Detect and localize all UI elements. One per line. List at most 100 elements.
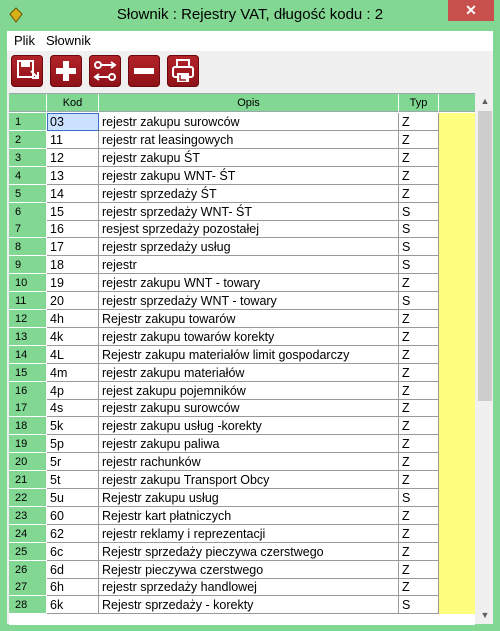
cell-opis[interactable]: resjest sprzedaży pozostałej — [99, 220, 399, 239]
cell-kod[interactable]: 6c — [47, 542, 99, 561]
cell-opis[interactable]: Rejestr zakupu usług — [99, 488, 399, 507]
cell-kod[interactable]: 4L — [47, 345, 99, 364]
row-number[interactable]: 14 — [9, 345, 47, 364]
row-number[interactable]: 6 — [9, 202, 47, 221]
cell-typ[interactable]: Z — [399, 578, 439, 597]
cell-opis[interactable]: rejestr sprzedaży WNT- ŚT — [99, 202, 399, 221]
cell-opis[interactable]: rejestr — [99, 256, 399, 275]
row-number[interactable]: 17 — [9, 399, 47, 418]
row-number[interactable]: 28 — [9, 596, 47, 615]
cell-opis[interactable]: Rejestr zakupu materiałów limit gospodar… — [99, 345, 399, 364]
cell-typ[interactable]: S — [399, 256, 439, 275]
table-row[interactable]: 24 62 rejestr reklamy i reprezentacji Z — [9, 524, 475, 543]
cell-opis[interactable]: rejestr zakupu paliwa — [99, 435, 399, 454]
cell-opis[interactable]: rejestr zakupu towarów korekty — [99, 327, 399, 346]
table-row[interactable]: 4 13 rejestr zakupu WNT- ŚT Z — [9, 166, 475, 185]
row-number[interactable]: 20 — [9, 453, 47, 472]
row-number[interactable]: 23 — [9, 506, 47, 525]
cell-kod[interactable]: 16 — [47, 220, 99, 239]
table-row[interactable]: 2 11 rejestr rat leasingowych Z — [9, 130, 475, 149]
cell-opis[interactable]: rejestr zakupu surowców — [99, 113, 399, 131]
cell-typ[interactable]: S — [399, 596, 439, 615]
cell-kod[interactable]: 15 — [47, 202, 99, 221]
cell-opis[interactable]: rejestr zakupu surowców — [99, 399, 399, 418]
row-number[interactable]: 24 — [9, 524, 47, 543]
row-number[interactable]: 21 — [9, 471, 47, 489]
cell-kod[interactable]: 18 — [47, 256, 99, 275]
column-header-opis[interactable]: Opis — [99, 94, 399, 112]
cell-opis[interactable]: rejestr zakupu ŚT — [99, 148, 399, 167]
cell-kod[interactable]: 4p — [47, 381, 99, 400]
row-number[interactable]: 5 — [9, 184, 47, 203]
cell-typ[interactable]: Z — [399, 542, 439, 561]
cell-typ[interactable]: Z — [399, 435, 439, 454]
cell-typ[interactable]: Z — [399, 274, 439, 293]
table-row[interactable]: 22 5u Rejestr zakupu usług S — [9, 488, 475, 507]
cell-kod[interactable]: 4k — [47, 327, 99, 346]
print-button[interactable] — [167, 55, 199, 87]
cell-typ[interactable]: Z — [399, 471, 439, 489]
cell-opis[interactable]: rejest zakupu pojemników — [99, 381, 399, 400]
cell-opis[interactable]: rejestr sprzedaży WNT - towary — [99, 292, 399, 310]
add-button[interactable] — [50, 55, 82, 87]
table-row[interactable]: 23 60 Rejestr kart płatniczych Z — [9, 506, 475, 525]
table-row[interactable]: 10 19 rejestr zakupu WNT - towary Z — [9, 274, 475, 293]
row-number[interactable]: 11 — [9, 292, 47, 310]
table-row[interactable]: 28 6k Rejestr sprzedaży - korekty S — [9, 596, 475, 615]
table-row[interactable]: 3 12 rejestr zakupu ŚT Z — [9, 148, 475, 167]
scroll-down-icon[interactable]: ▼ — [477, 607, 493, 624]
table-row[interactable]: 5 14 rejestr sprzedaży ŚT Z — [9, 184, 475, 203]
row-number[interactable]: 1 — [9, 113, 47, 131]
row-number[interactable]: 13 — [9, 327, 47, 346]
row-number[interactable]: 27 — [9, 578, 47, 597]
cell-opis[interactable]: Rejestr kart płatniczych — [99, 506, 399, 525]
cell-typ[interactable]: S — [399, 292, 439, 310]
row-number[interactable]: 3 — [9, 148, 47, 167]
row-number[interactable]: 16 — [9, 381, 47, 400]
cell-kod[interactable]: 5u — [47, 488, 99, 507]
cell-kod[interactable]: 5r — [47, 453, 99, 472]
cell-kod[interactable]: 60 — [47, 506, 99, 525]
table-row[interactable]: 19 5p rejestr zakupu paliwa Z — [9, 435, 475, 454]
cell-typ[interactable]: Z — [399, 560, 439, 579]
scroll-up-icon[interactable]: ▲ — [477, 93, 493, 110]
table-row[interactable]: 21 5t rejestr zakupu Transport Obcy Z — [9, 471, 475, 489]
table-row[interactable]: 13 4k rejestr zakupu towarów korekty Z — [9, 327, 475, 346]
table-row[interactable]: 16 4p rejest zakupu pojemników Z — [9, 381, 475, 400]
save-button[interactable] — [11, 55, 43, 87]
cell-typ[interactable]: Z — [399, 524, 439, 543]
row-number[interactable]: 22 — [9, 488, 47, 507]
table-row[interactable]: 11 20 rejestr sprzedaży WNT - towary S — [9, 292, 475, 310]
cell-opis[interactable]: rejestr zakupu Transport Obcy — [99, 471, 399, 489]
cell-kod[interactable]: 11 — [47, 130, 99, 149]
cell-kod[interactable]: 03 — [47, 113, 99, 131]
cell-kod[interactable]: 6d — [47, 560, 99, 579]
cell-kod[interactable]: 5k — [47, 417, 99, 436]
cell-typ[interactable]: Z — [399, 506, 439, 525]
cell-opis[interactable]: Rejestr sprzedaży pieczywa czerstwego — [99, 542, 399, 561]
row-number[interactable]: 7 — [9, 220, 47, 239]
row-number[interactable]: 19 — [9, 435, 47, 454]
table-row[interactable]: 8 17 rejestr sprzedaży usług S — [9, 238, 475, 257]
table-row[interactable]: 27 6h rejestr sprzedaży handlowej Z — [9, 578, 475, 597]
cell-typ[interactable]: Z — [399, 309, 439, 328]
cell-kod[interactable]: 13 — [47, 166, 99, 185]
cell-typ[interactable]: Z — [399, 327, 439, 346]
cell-typ[interactable]: Z — [399, 417, 439, 436]
table-row[interactable]: 14 4L Rejestr zakupu materiałów limit gosp… — [9, 345, 475, 364]
cell-opis[interactable]: rejestr rat leasingowych — [99, 130, 399, 149]
cell-typ[interactable]: S — [399, 488, 439, 507]
row-number[interactable]: 9 — [9, 256, 47, 275]
row-number[interactable]: 25 — [9, 542, 47, 561]
cell-typ[interactable]: Z — [399, 130, 439, 149]
row-number[interactable]: 18 — [9, 417, 47, 436]
row-number[interactable]: 4 — [9, 166, 47, 185]
cell-typ[interactable]: Z — [399, 453, 439, 472]
cell-typ[interactable]: S — [399, 238, 439, 257]
remove-button[interactable] — [128, 55, 160, 87]
cell-opis[interactable]: rejestr zakupu usług -korekty — [99, 417, 399, 436]
table-row[interactable]: 12 4h Rejestr zakupu towarów Z — [9, 309, 475, 328]
cell-typ[interactable]: Z — [399, 148, 439, 167]
cell-typ[interactable]: S — [399, 220, 439, 239]
cell-kod[interactable]: 5t — [47, 471, 99, 489]
